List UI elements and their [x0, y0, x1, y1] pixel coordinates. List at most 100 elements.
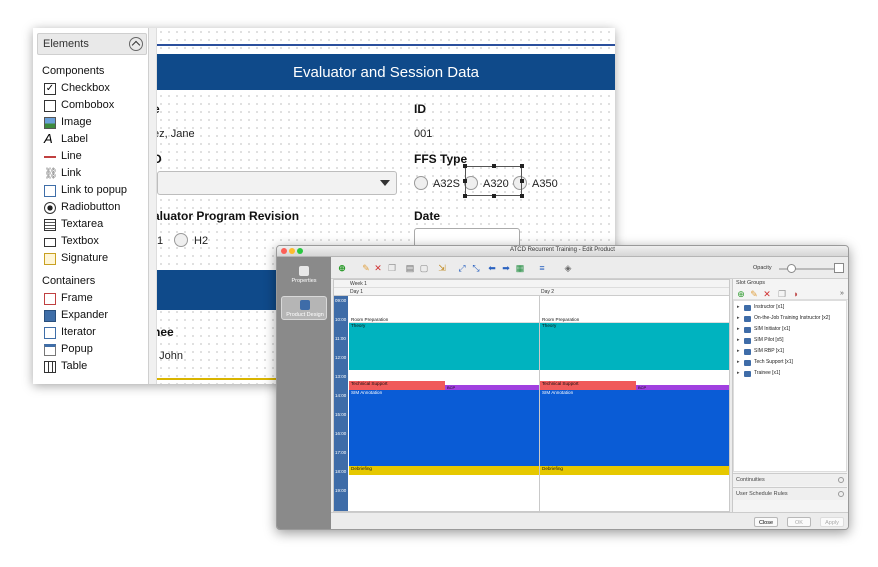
collapse-icon[interactable]: [129, 37, 143, 51]
align-icon[interactable]: ≡: [537, 263, 547, 273]
expand-arrow-icon[interactable]: ▸: [737, 348, 740, 354]
slot-group-label: SIM RBP [x1]: [754, 348, 784, 354]
block-theory[interactable]: Theory: [540, 323, 729, 370]
slot-group-item[interactable]: ▸ SIM Pilot [x5]: [737, 336, 845, 346]
paste-icon[interactable]: ▤: [405, 263, 415, 273]
slot-group-item[interactable]: ▸ SIM RBP [x1]: [737, 347, 845, 357]
palette-item-signature[interactable]: Signature: [42, 251, 146, 267]
resize-handle[interactable]: [463, 194, 467, 198]
checkbox-icon: ✓: [44, 83, 56, 95]
chevron-down-icon[interactable]: [838, 491, 844, 497]
opacity-slider-handle[interactable]: [787, 264, 796, 273]
arrow-left-icon[interactable]: ⬅: [487, 263, 497, 273]
nav-product-design[interactable]: Product Design: [281, 296, 327, 320]
resize-handle[interactable]: [492, 194, 496, 198]
resize-handle[interactable]: [520, 179, 524, 183]
delete-icon[interactable]: ✕: [373, 263, 383, 273]
resize-handle[interactable]: [492, 164, 496, 168]
expand-arrow-icon[interactable]: ▸: [737, 304, 740, 310]
grid-icon[interactable]: ▦: [515, 263, 525, 273]
palette-item-combobox[interactable]: Combobox: [42, 98, 146, 114]
expand-arrow-icon[interactable]: ▸: [737, 337, 740, 343]
palette-item-checkbox[interactable]: ✓ Checkbox: [42, 81, 146, 97]
toolbar: ⊕ ✎ ✕ ❐ ▤ ▢ ⇲ ⤢ ⤡ ⬅ ➡ ▦ ≡ ◈ Opacity: [331, 257, 848, 279]
time-label: 09:00: [335, 298, 347, 303]
expand-arrow-icon[interactable]: ▸: [737, 359, 740, 365]
palette-item-expander[interactable]: Expander: [42, 308, 146, 324]
copy-icon[interactable]: ❐: [777, 289, 787, 299]
block-theory[interactable]: Theory: [349, 323, 539, 370]
copy-icon[interactable]: ❐: [387, 263, 397, 273]
collapse-all-icon[interactable]: ⤡: [471, 263, 481, 273]
slot-group-item[interactable]: ▸ Trainee [x1]: [737, 369, 845, 379]
radio-h2[interactable]: [174, 233, 188, 247]
expand-arrow-icon[interactable]: ▸: [737, 315, 740, 321]
palette-item-link-to-popup[interactable]: Link to popup: [42, 183, 146, 199]
time-label: 19:00: [335, 488, 347, 493]
slot-group-item[interactable]: ▸ Tech Support [x1]: [737, 358, 845, 368]
nav-properties[interactable]: Properties: [281, 263, 327, 287]
palette-item-iterator[interactable]: Iterator: [42, 325, 146, 341]
palette-item-image[interactable]: Image: [42, 115, 146, 131]
slot-group-item[interactable]: ▸ On-the-Job Training Instructor [x2]: [737, 314, 845, 324]
paint-icon[interactable]: ◗: [791, 289, 801, 299]
block-sim-annotation[interactable]: SIM Annotation: [540, 390, 729, 466]
resize-handle[interactable]: [463, 164, 467, 168]
palette-item-label: Table: [61, 360, 88, 372]
arrow-right-icon[interactable]: ➡: [501, 263, 511, 273]
block-sim-annotation[interactable]: SIM Annotation: [349, 390, 539, 466]
palette-scrollbar[interactable]: [149, 28, 157, 384]
user-schedule-rules-expander[interactable]: User Schedule Rules: [733, 487, 847, 500]
more-icon[interactable]: »: [837, 289, 847, 299]
divider-line: [157, 44, 615, 46]
apply-button[interactable]: Apply: [820, 517, 844, 527]
expand-icon[interactable]: ⤢: [457, 263, 467, 273]
slot-group-icon: [744, 327, 751, 333]
add-icon[interactable]: ⊕: [337, 263, 347, 273]
block-debriefing[interactable]: Debriefing: [540, 466, 729, 475]
palette-item-table[interactable]: Table: [42, 359, 146, 375]
palette-item-textarea[interactable]: Textarea: [42, 217, 146, 233]
palette-item-label[interactable]: A Label: [42, 132, 146, 148]
radio-a32s[interactable]: [414, 176, 428, 190]
expand-arrow-icon[interactable]: ▸: [737, 326, 740, 332]
schedule-timeline[interactable]: Week 1 Day 1 Day 2 09:00 10:00 11:00 12:…: [333, 279, 730, 512]
selection-box[interactable]: [463, 164, 524, 198]
close-button[interactable]: Close: [754, 517, 778, 527]
slot-group-item[interactable]: ▸ SIM Initiator [x1]: [737, 325, 845, 335]
combobox-icon: [44, 100, 56, 112]
add-icon[interactable]: ⊕: [736, 289, 746, 299]
edit-icon[interactable]: ✎: [749, 289, 759, 299]
duplicate-icon[interactable]: ▢: [419, 263, 429, 273]
edit-icon[interactable]: ✎: [361, 263, 371, 273]
view-options-icon[interactable]: ◈: [563, 263, 573, 273]
time-label: 11:00: [335, 336, 346, 341]
slot-group-item[interactable]: ▸ Instructor [x1]: [737, 303, 845, 313]
section-banner[interactable]: Evaluator and Session Data: [157, 54, 615, 90]
slot-group-icon: [744, 338, 751, 344]
combobox-field[interactable]: [157, 171, 397, 195]
palette-item-popup[interactable]: Popup: [42, 342, 146, 358]
resize-handle[interactable]: [463, 179, 467, 183]
expand-arrow-icon[interactable]: ▸: [737, 370, 740, 376]
block-technical-support[interactable]: Technical Support: [540, 381, 636, 390]
menu-icon[interactable]: [834, 263, 844, 273]
block-debriefing[interactable]: Debriefing: [349, 466, 539, 475]
palette-item-link[interactable]: ⛓ Link: [42, 166, 146, 182]
continuities-expander[interactable]: Continuities: [733, 473, 847, 486]
resize-handle[interactable]: [520, 194, 524, 198]
resize-handle[interactable]: [520, 164, 524, 168]
title-bar[interactable]: ATCD Recurrent Training - Edit Product: [277, 246, 848, 257]
image-icon: [44, 117, 56, 129]
palette-header[interactable]: Elements: [37, 33, 147, 55]
palette-item-textbox[interactable]: Textbox: [42, 234, 146, 250]
palette-item-frame[interactable]: Frame: [42, 291, 146, 307]
delete-icon[interactable]: ✕: [762, 289, 772, 299]
palette-item-label: Expander: [61, 309, 109, 321]
palette-item-line[interactable]: Line: [42, 149, 146, 165]
block-technical-support[interactable]: Technical Support: [349, 381, 445, 390]
ok-button[interactable]: OK: [787, 517, 811, 527]
move-icon[interactable]: ⇲: [437, 263, 447, 273]
chevron-down-icon[interactable]: [838, 477, 844, 483]
palette-item-radiobutton[interactable]: Radiobutton: [42, 200, 146, 216]
